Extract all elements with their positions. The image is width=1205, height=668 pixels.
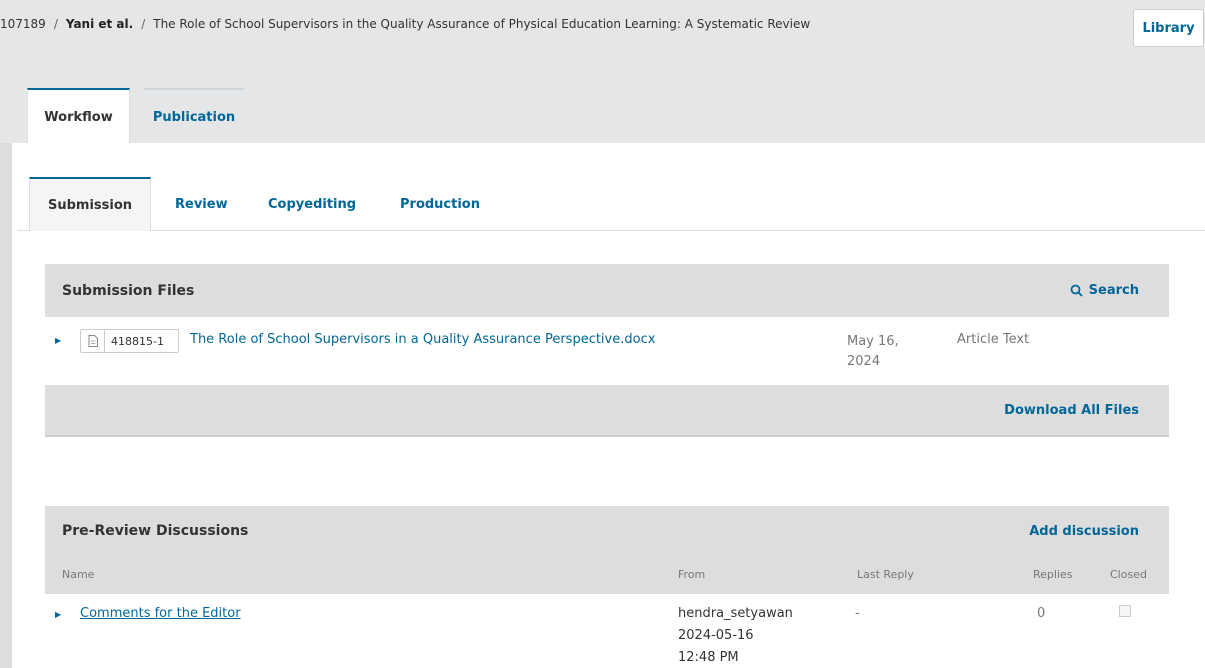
column-replies: Replies (1033, 568, 1073, 581)
page-header: 107189 / Yani et al. / The Role of School Su… (0, 0, 1205, 144)
breadcrumb-separator: / (141, 17, 146, 31)
stage-tabs-divider (18, 230, 1205, 231)
discussions-title: Pre-Review Discussions (62, 523, 249, 539)
download-all-files-button[interactable]: Download All Files (1004, 403, 1139, 418)
breadcrumb-separator: / (53, 17, 58, 31)
tab-publication[interactable]: Publication (144, 88, 244, 144)
add-discussion-button[interactable]: Add discussion (1029, 524, 1139, 539)
discussion-last-reply: - (855, 606, 860, 621)
file-date: May 16, 2024 (847, 334, 899, 369)
submission-id: 107189 (0, 17, 46, 31)
file-id-badge: 418815-1 (80, 329, 179, 353)
submission-files-header: Submission Files Search (45, 264, 1169, 317)
discussion-closed-checkbox[interactable] (1119, 605, 1131, 617)
column-from: From (678, 568, 706, 581)
tab-production[interactable]: Production (400, 177, 480, 231)
tab-workflow[interactable]: Workflow (27, 88, 130, 144)
column-closed: Closed (1110, 568, 1147, 581)
file-type: Article Text (957, 332, 1030, 347)
submission-title: The Role of School Supervisors in the Qu… (153, 17, 811, 31)
search-button[interactable]: Search (1070, 283, 1139, 298)
file-id: 418815-1 (111, 334, 164, 348)
column-last-reply: Last Reply (857, 568, 914, 581)
file-row: ▶ 418815-1 The Role of School Supervisor… (45, 317, 1169, 385)
stage-tabs: Submission Review Copyediting Production (29, 177, 1205, 231)
breadcrumb: 107189 / Yani et al. / The Role of School Su… (0, 17, 810, 31)
column-name: Name (62, 568, 95, 581)
library-button[interactable]: Library (1133, 9, 1204, 47)
submission-files-title: Submission Files (62, 282, 195, 299)
document-icon (81, 330, 105, 352)
expand-arrow-icon[interactable]: ▶ (55, 336, 61, 345)
table-row: ▶ Comments for the Editor hendra_setyawa… (45, 594, 1169, 668)
discussion-from-user: hendra_setyawan (678, 606, 793, 621)
expand-arrow-icon[interactable]: ▶ (55, 610, 61, 619)
file-name-link[interactable]: The Role of School Supervisors in a Qual… (190, 332, 655, 347)
submission-author: Yani et al. (65, 17, 134, 31)
search-icon (1070, 284, 1083, 297)
discussions-header: Pre-Review Discussions Add discussion (45, 506, 1169, 556)
discussion-from-date: 2024-05-16 12:48 PM (678, 628, 754, 665)
tab-review[interactable]: Review (175, 177, 228, 231)
discussion-from: hendra_setyawan 2024-05-16 12:48 PM (678, 603, 793, 668)
tab-copyediting[interactable]: Copyediting (268, 177, 356, 231)
discussion-replies-count: 0 (1037, 606, 1046, 621)
submission-files-footer: Download All Files (45, 385, 1169, 437)
discussion-title-link[interactable]: Comments for the Editor (80, 606, 241, 621)
search-label: Search (1088, 283, 1139, 298)
tab-submission[interactable]: Submission (29, 177, 151, 231)
